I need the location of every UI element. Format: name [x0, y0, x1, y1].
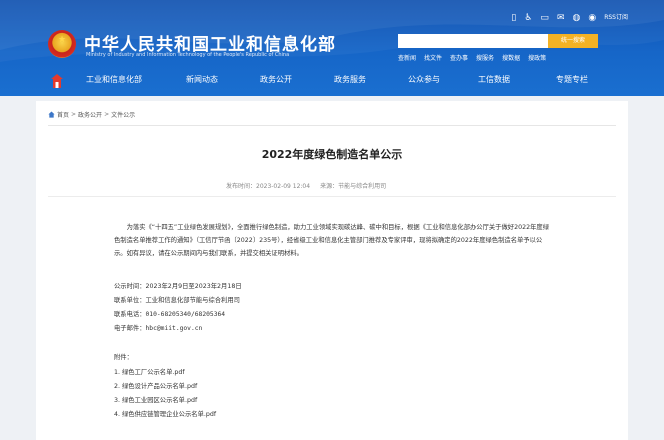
- hot-link-policy[interactable]: 搜政策: [528, 53, 546, 62]
- breadcrumb-home[interactable]: 首页: [57, 110, 69, 119]
- hot-link-data[interactable]: 搜数据: [502, 53, 520, 62]
- contact-phone: 联系电话：010-68205340/68205364: [114, 311, 226, 318]
- article-paragraph: 为落实《“十四五”工业绿色发展规划》，全面推行绿色制造，助力工业领域实现碳达峰、…: [114, 224, 549, 257]
- breadcrumb-separator: >: [71, 111, 77, 118]
- weixin-icon[interactable]: ◍: [572, 12, 580, 24]
- attachments-label: 附件：: [114, 354, 133, 361]
- home-icon[interactable]: [50, 73, 64, 89]
- accessibility-icon[interactable]: ♿: [524, 12, 532, 24]
- nav-item-open-government[interactable]: 政务公开: [260, 74, 292, 85]
- national-emblem-logo[interactable]: ★: [48, 30, 76, 58]
- contact-unit: 联系单位：工业和信息化部节能与综合利用司: [114, 297, 240, 304]
- nav-item-participation[interactable]: 公众参与: [408, 74, 440, 85]
- phone-icon[interactable]: ▭: [540, 12, 549, 24]
- mail-icon[interactable]: ✉: [557, 12, 565, 24]
- attachment-link[interactable]: 3. 绿色工业园区公示名单.pdf: [114, 395, 197, 404]
- contact-email: 电子邮件：hbc@miit.gov.cn: [114, 325, 203, 332]
- attachment-link[interactable]: 1. 绿色工厂公示名单.pdf: [114, 367, 185, 376]
- nav-item-miit[interactable]: 工业和信息化部: [86, 74, 142, 85]
- mobile-icon[interactable]: ▯: [511, 12, 516, 24]
- nav-item-data[interactable]: 工信数据: [478, 74, 510, 85]
- breadcrumb-file-notice[interactable]: 文件公示: [111, 110, 135, 119]
- article-title: 2022年度绿色制造名单公示: [261, 148, 403, 161]
- hot-link-services[interactable]: 查办事: [450, 53, 468, 62]
- nav-item-services[interactable]: 政务服务: [334, 74, 366, 85]
- article-meta: 发布时间：2023-02-09 12:04 来源：节能与综合利用司: [226, 181, 386, 190]
- search-button[interactable]: 统一搜索: [548, 34, 598, 48]
- rss-link[interactable]: RSS订阅: [604, 12, 628, 24]
- main-nav: 工业和信息化部 新闻动态 政务公开 政务服务 公众参与 工信数据 专题专栏: [0, 70, 664, 92]
- hot-link-search-services[interactable]: 搜服务: [476, 53, 494, 62]
- breadcrumb-open-government[interactable]: 政务公开: [78, 110, 102, 119]
- article-source: 来源：节能与综合利用司: [320, 183, 387, 190]
- hot-link-news[interactable]: 查新闻: [398, 53, 416, 62]
- search-input[interactable]: [398, 34, 548, 48]
- site-subtitle: Ministry of Industry and Information Tec…: [86, 52, 290, 58]
- hot-link-files[interactable]: 找文件: [424, 53, 442, 62]
- search-hot-links: 查新闻 找文件 查办事 搜服务 搜数据 搜政策: [398, 53, 546, 62]
- article-page: 首页 > 政务公开 > 文件公示 2022年度绿色制造名单公示 发布时间：202…: [36, 101, 628, 440]
- notice-period: 公示时间：2023年2月9日至2023年2月18日: [114, 283, 242, 290]
- breadcrumb-home-icon: [48, 111, 55, 118]
- nav-item-news[interactable]: 新闻动态: [186, 74, 218, 85]
- breadcrumb: 首页 > 政务公开 > 文件公示: [48, 110, 135, 119]
- nav-item-topics[interactable]: 专题专栏: [556, 74, 588, 85]
- breadcrumb-divider: [48, 125, 616, 126]
- attachment-link[interactable]: 4. 绿色供应链管理企业公示名单.pdf: [114, 409, 216, 418]
- meta-divider: [48, 196, 616, 197]
- breadcrumb-separator: >: [104, 111, 110, 118]
- publish-date: 发布时间：2023-02-09 12:04: [226, 183, 311, 190]
- site-header: ★ 中华人民共和国工业和信息化部 Ministry of Industry an…: [0, 0, 664, 96]
- top-utility-icons: ▯ ♿ ▭ ✉ ◍ ◉ RSS订阅: [511, 12, 628, 24]
- weibo-icon[interactable]: ◉: [588, 12, 596, 24]
- attachment-link[interactable]: 2. 绿色设计产品公示名单.pdf: [114, 381, 197, 390]
